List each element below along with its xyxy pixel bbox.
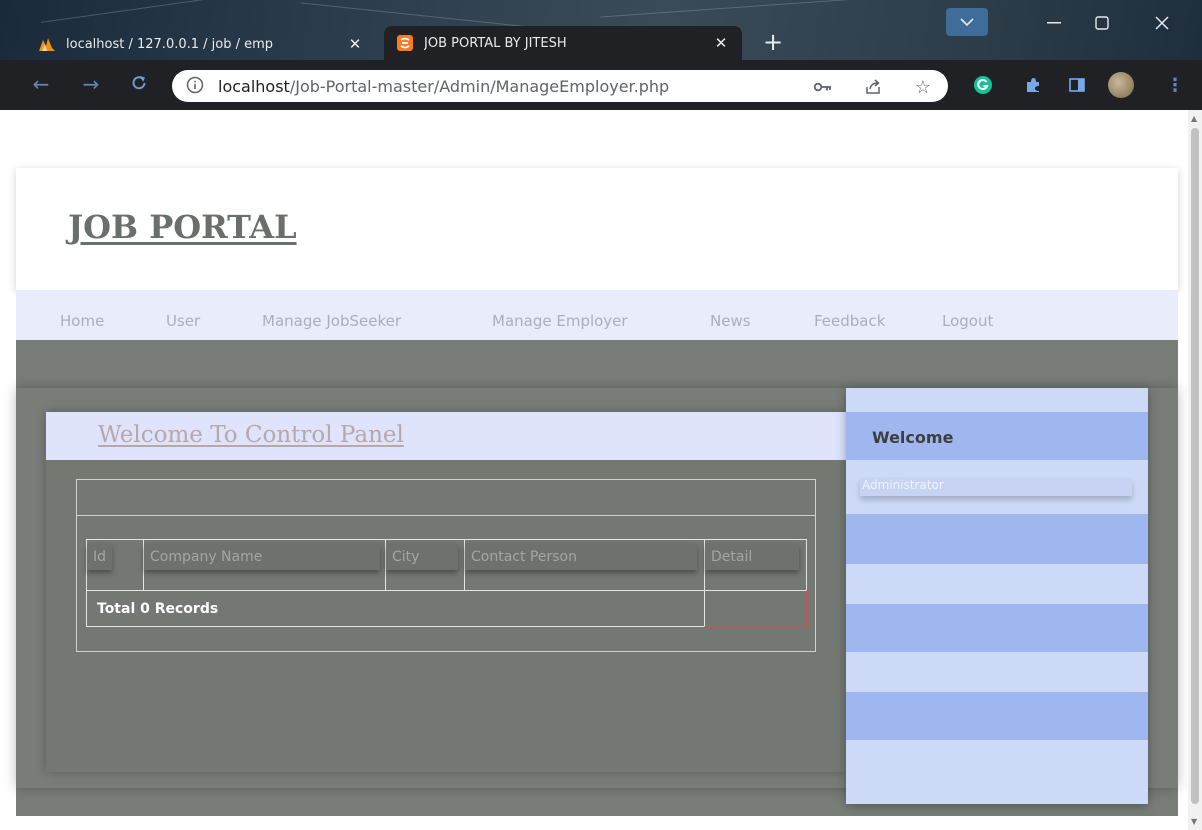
tab-title: localhost / 127.0.0.1 / job / emp — [66, 36, 274, 52]
url-text: localhost/Job-Portal-master/Admin/Manage… — [218, 77, 669, 96]
background-streak — [600, 0, 900, 18]
browser-tab-phpmyadmin[interactable]: localhost / 127.0.0.1 / job / emp ✕ — [26, 28, 376, 60]
minimize-icon — [1047, 22, 1061, 24]
column-header-company-name: Company Name — [144, 544, 380, 570]
close-tab-icon[interactable]: ✕ — [346, 35, 364, 53]
more-menu-icon[interactable]: ⋮ — [1164, 74, 1186, 96]
sidebar-stripe — [846, 740, 1148, 804]
panel-title: Welcome To Control Panel — [98, 422, 404, 448]
employer-table: Id Company Name City Contact Person Deta… — [86, 539, 807, 627]
info-icon[interactable] — [186, 76, 206, 96]
back-arrow-icon[interactable]: ← — [30, 74, 52, 96]
site-title-link[interactable]: JOB PORTAL — [68, 208, 297, 246]
table-header-cell: Company Name — [143, 539, 386, 591]
minimize-button[interactable] — [1032, 6, 1076, 40]
menu-item-home[interactable]: Home — [60, 312, 104, 330]
column-header-detail: Detail — [705, 544, 799, 570]
sidebar-username: Administrator — [860, 478, 1132, 496]
browser-titlebar: localhost / 127.0.0.1 / job / emp ✕ JOB … — [0, 0, 1202, 60]
tab-title: JOB PORTAL BY JITESH — [424, 35, 567, 51]
menu-item-feedback[interactable]: Feedback — [814, 312, 885, 330]
sidebar-stripe — [846, 604, 1148, 652]
xampp-icon — [396, 34, 414, 52]
main-menu: Home User Manage JobSeeker Manage Employ… — [16, 290, 1178, 340]
profile-avatar[interactable] — [1108, 72, 1134, 98]
menu-item-manage-jobseeker[interactable]: Manage JobSeeker — [262, 312, 401, 330]
browser-toolbar: ← → localhost/Job-Portal-master/Admin/Ma… — [0, 60, 1202, 110]
column-header-id: Id — [87, 544, 113, 570]
table-header-cell: Detail — [704, 539, 807, 591]
menu-item-manage-employer[interactable]: Manage Employer — [492, 312, 628, 330]
chevron-down-icon — [960, 18, 974, 27]
extensions-puzzle-icon[interactable] — [1022, 74, 1044, 96]
forward-arrow-icon[interactable]: → — [80, 74, 102, 96]
table-divider — [77, 515, 815, 516]
browser-tab-job-portal[interactable]: JOB PORTAL BY JITESH ✕ — [384, 26, 742, 60]
menu-item-logout[interactable]: Logout — [942, 312, 993, 330]
sidebar-stripe — [846, 692, 1148, 740]
phpmyadmin-icon — [38, 35, 56, 53]
address-bar[interactable]: localhost/Job-Portal-master/Admin/Manage… — [172, 70, 948, 102]
table-header-cell: City — [385, 539, 465, 591]
url-path: /Job-Portal-master/Admin/ManageEmployer.… — [289, 76, 670, 96]
close-tab-icon[interactable]: ✕ — [712, 34, 730, 52]
sidebar-stripe — [846, 514, 1148, 564]
maximize-button[interactable] — [1080, 6, 1124, 40]
grammarly-icon[interactable] — [972, 74, 994, 96]
panel-header: Welcome To Control Panel — [46, 412, 846, 460]
site-header: JOB PORTAL — [16, 168, 1178, 290]
close-icon — [1155, 16, 1169, 30]
sidebar-stripe — [846, 388, 1148, 412]
scroll-thumb[interactable] — [1191, 128, 1199, 804]
sidebar-stripe — [846, 652, 1148, 692]
table-footer-cell: Total 0 Records — [86, 590, 705, 627]
maximize-icon — [1095, 16, 1109, 30]
bookmark-star-icon[interactable]: ☆ — [912, 76, 934, 98]
scroll-up-arrow-icon[interactable]: ▲ — [1191, 114, 1197, 123]
reload-icon[interactable] — [128, 74, 150, 96]
key-icon[interactable] — [812, 76, 834, 98]
sidebar-heading: Welcome — [872, 428, 954, 447]
page-scrollbar[interactable]: ▲ ▼ — [1188, 110, 1202, 830]
side-panel-icon[interactable] — [1066, 74, 1088, 96]
share-icon[interactable] — [862, 76, 884, 98]
new-tab-button[interactable]: + — [758, 30, 788, 56]
tab-search-button[interactable] — [946, 8, 988, 36]
url-host: localhost — [218, 76, 290, 96]
scroll-down-arrow-icon[interactable]: ▼ — [1191, 817, 1197, 826]
table-footer-detail-cell — [704, 590, 807, 627]
sidebar-stripe — [846, 564, 1148, 604]
table-header-cell: Contact Person — [464, 539, 705, 591]
sidebar: Welcome Administrator — [846, 388, 1148, 804]
total-records-label: Total 0 Records — [97, 601, 219, 617]
column-header-contact-person: Contact Person — [465, 544, 697, 570]
table-header-cell: Id — [86, 539, 144, 591]
background-streak — [40, 0, 240, 23]
menu-item-news[interactable]: News — [710, 312, 751, 330]
column-header-city: City — [386, 544, 458, 570]
menu-item-user[interactable]: User — [166, 312, 200, 330]
close-window-button[interactable] — [1140, 6, 1184, 40]
page-viewport: JOB PORTAL Home User Manage JobSeeker Ma… — [0, 110, 1188, 830]
